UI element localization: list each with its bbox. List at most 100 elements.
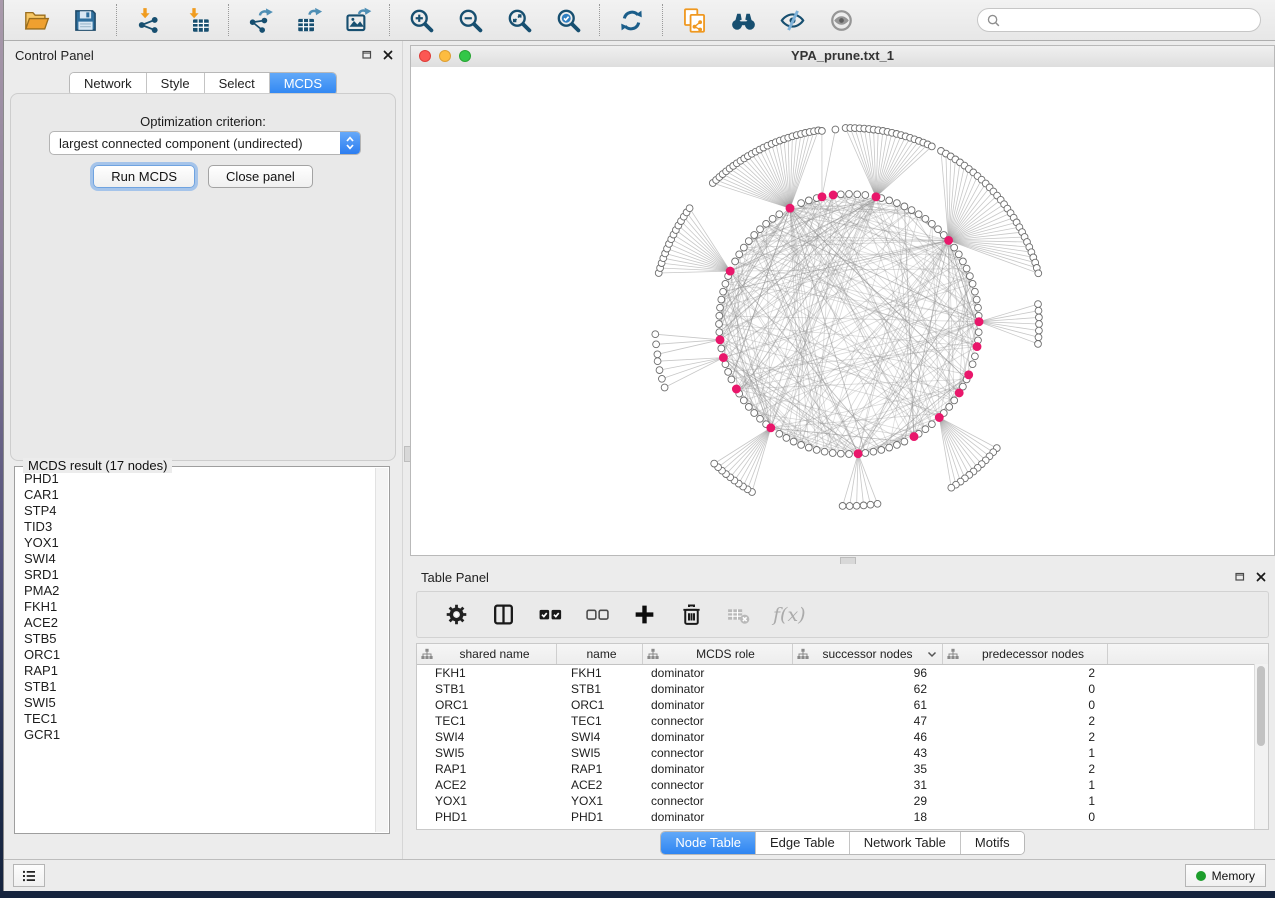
table-cell[interactable]: TEC1 [557,714,643,728]
table-cell[interactable]: dominator [643,762,793,776]
tab-select[interactable]: Select [205,73,270,95]
table-cell[interactable]: connector [643,746,793,760]
window-close-button[interactable] [419,50,431,62]
show-columns-icon[interactable] [491,602,516,627]
mcds-result-item[interactable]: PHD1 [16,471,376,487]
tab-network[interactable]: Network [70,73,147,95]
table-cell[interactable]: PHD1 [557,810,643,824]
table-cell[interactable]: RAP1 [417,762,557,776]
import-table-icon[interactable] [180,4,215,37]
mcds-result-item[interactable]: STB5 [16,631,376,647]
show-all-icon[interactable] [824,4,859,37]
open-icon[interactable] [19,4,54,37]
table-cell[interactable]: SWI4 [557,730,643,744]
column-header-name[interactable]: name [557,644,643,664]
table-cell[interactable]: connector [643,778,793,792]
table-cell[interactable]: SWI4 [417,730,557,744]
export-image-icon[interactable] [341,4,376,37]
mcds-result-item[interactable]: ORC1 [16,647,376,663]
column-header-predecessor-nodes[interactable]: predecessor nodes [943,644,1108,664]
table-row[interactable]: RAP1RAP1dominator352 [417,761,1268,777]
search-input[interactable] [1006,12,1252,28]
table-cell[interactable]: 18 [793,810,943,824]
table-row[interactable]: ORC1ORC1dominator610 [417,697,1268,713]
horizontal-splitter[interactable] [410,556,1275,564]
table-row[interactable]: STB1STB1dominator620 [417,681,1268,697]
table-cell[interactable]: 96 [793,666,943,680]
delete-column-icon[interactable] [679,602,704,627]
table-row[interactable]: ACE2ACE2connector311 [417,777,1268,793]
mcds-result-item[interactable]: TID3 [16,519,376,535]
tab-mcds[interactable]: MCDS [270,73,336,95]
export-table-icon[interactable] [292,4,327,37]
tab-style[interactable]: Style [147,73,205,95]
mcds-result-item[interactable]: SRD1 [16,567,376,583]
table-cell[interactable]: dominator [643,682,793,696]
hide-selected-icon[interactable] [775,4,810,37]
mcds-result-item[interactable]: FKH1 [16,599,376,615]
table-cell[interactable]: dominator [643,730,793,744]
find-icon[interactable] [726,4,761,37]
table-cell[interactable]: 1 [943,746,1108,760]
mcds-result-item[interactable]: SWI5 [16,695,376,711]
table-cell[interactable]: 2 [943,714,1108,728]
table-cell[interactable]: 35 [793,762,943,776]
table-row[interactable]: TEC1TEC1connector472 [417,713,1268,729]
table-cell[interactable]: 0 [943,698,1108,712]
tab-edge-table[interactable]: Edge Table [756,832,850,854]
table-cell[interactable]: ACE2 [557,778,643,792]
tab-network-table[interactable]: Network Table [850,832,961,854]
column-header-successor-nodes[interactable]: successor nodes [793,644,943,664]
close-panel-icon[interactable] [1255,571,1267,583]
table-cell[interactable]: 43 [793,746,943,760]
mcds-result-item[interactable]: PMA2 [16,583,376,599]
table-cell[interactable]: dominator [643,666,793,680]
save-icon[interactable] [68,4,103,37]
mcds-result-item[interactable]: RAP1 [16,663,376,679]
optimization-criterion-select[interactable]: largest connected component (undirected) [49,131,361,155]
table-cell[interactable]: 2 [943,730,1108,744]
table-cell[interactable]: YOX1 [417,794,557,808]
table-cell[interactable]: ACE2 [417,778,557,792]
mcds-result-item[interactable]: CAR1 [16,487,376,503]
table-cell[interactable]: 46 [793,730,943,744]
table-scrollbar-thumb[interactable] [1257,666,1265,746]
table-cell[interactable]: FKH1 [557,666,643,680]
table-row[interactable]: PHD1PHD1dominator180 [417,809,1268,825]
table-cell[interactable]: 2 [943,666,1108,680]
table-cell[interactable]: 2 [943,762,1108,776]
table-cell[interactable]: 31 [793,778,943,792]
mcds-result-item[interactable]: STB1 [16,679,376,695]
window-minimize-button[interactable] [439,50,451,62]
refresh-icon[interactable] [614,4,649,37]
table-cell[interactable]: 47 [793,714,943,728]
search-box[interactable] [977,8,1261,32]
table-row[interactable]: SWI4SWI4dominator462 [417,729,1268,745]
float-panel-icon[interactable] [1234,571,1246,583]
memory-button[interactable]: Memory [1185,864,1266,887]
network-canvas[interactable] [411,67,1274,555]
table-cell[interactable]: connector [643,794,793,808]
table-row[interactable]: FKH1FKH1dominator962 [417,665,1268,681]
deselect-all-icon[interactable] [585,602,610,627]
zoom-fit-icon[interactable] [502,4,537,37]
zoom-selected-icon[interactable] [551,4,586,37]
mcds-result-item[interactable]: ACE2 [16,615,376,631]
network-graph[interactable] [411,67,1275,556]
tab-node-table[interactable]: Node Table [661,832,756,854]
float-panel-icon[interactable] [361,49,373,61]
add-column-icon[interactable] [632,602,657,627]
table-cell[interactable]: ORC1 [557,698,643,712]
mcds-result-item[interactable]: SWI4 [16,551,376,567]
table-row[interactable]: YOX1YOX1connector291 [417,793,1268,809]
mcds-result-item[interactable]: TEC1 [16,711,376,727]
table-cell[interactable]: 1 [943,794,1108,808]
table-cell[interactable]: 0 [943,682,1108,696]
column-header-shared-name[interactable]: shared name [417,644,557,664]
table-cell[interactable]: RAP1 [557,762,643,776]
table-cell[interactable]: FKH1 [417,666,557,680]
settings-icon[interactable] [444,602,469,627]
table-cell[interactable]: dominator [643,698,793,712]
mcds-result-item[interactable]: STP4 [16,503,376,519]
run-mcds-button[interactable]: Run MCDS [93,165,195,188]
